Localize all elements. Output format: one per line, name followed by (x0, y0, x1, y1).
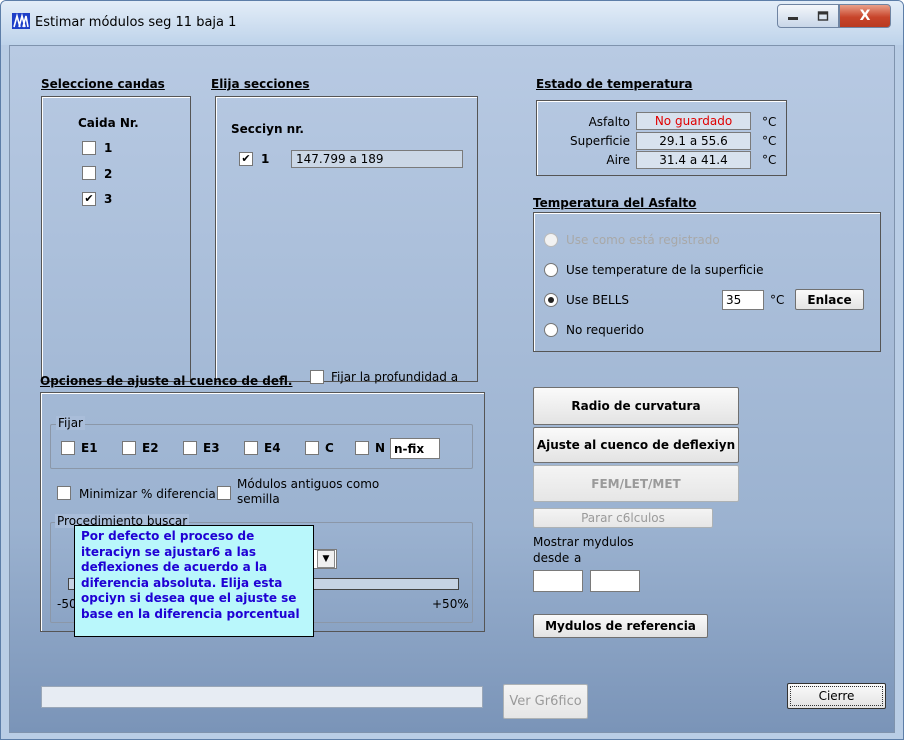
radio-use-superficie[interactable] (544, 263, 558, 277)
ver-grafico-button[interactable]: Ver Gr6fico (503, 684, 588, 719)
radio-curvatura-button[interactable]: Radio de curvatura (533, 387, 739, 425)
secciones-frame: Secciyn nr. ✔ 1 147.799 a 189 (215, 96, 478, 382)
superficie-temp-unit: °C (762, 134, 777, 148)
aire-temp-unit: °C (762, 153, 777, 167)
superficie-temp-label: Superficie (569, 134, 630, 148)
a-label: a (574, 551, 582, 565)
fijar-e4-label: E4 (264, 441, 281, 455)
nfix-input[interactable]: n-fix (390, 438, 440, 459)
asfalto-temp-unit: °C (762, 115, 777, 129)
caida-1-label: 1 (104, 141, 113, 155)
close-button[interactable]: X (839, 4, 891, 28)
ajuste-cuenco-button[interactable]: Ajuste al cuenco de deflexiyn (533, 427, 739, 463)
seccion-1-range: 147.799 a 189 (291, 150, 463, 168)
caida-2-checkbox[interactable] (82, 166, 96, 180)
temperatura-header: Estado de temperatura (536, 77, 693, 91)
radio-use-registrado[interactable] (544, 233, 558, 247)
checkmark-icon: ✔ (84, 192, 94, 205)
maximize-icon (817, 11, 829, 21)
minimizar-label: Minimizar % diferencia (79, 487, 216, 501)
asfalto-temp-value: No guardado (636, 112, 751, 130)
tooltip: Por defecto el proceso de iteraciyn se a… (74, 525, 314, 637)
fijar-legend: Fijar (56, 416, 85, 430)
aire-temp-label: Aire (606, 153, 630, 167)
progress-bar (41, 686, 483, 708)
maximize-button[interactable] (808, 4, 839, 28)
caida-3-checkbox[interactable]: ✔ (82, 192, 96, 206)
radio-use-registrado-label: Use como está registrado (566, 233, 720, 247)
caidas-subtitle: Caida Nr. (78, 116, 139, 130)
fijar-e1-label: E1 (81, 441, 98, 455)
modulos-referencia-button[interactable]: Mydulos de referencia (533, 614, 708, 638)
secciones-subtitle: Secciyn nr. (231, 122, 304, 136)
caida-3-label: 3 (104, 192, 113, 206)
ajuste-header: Opciones de ajuste al cuenco de defl. (40, 374, 293, 388)
minimizar-checkbox[interactable] (57, 486, 71, 500)
desde-label: desde (533, 551, 570, 565)
enlace-button[interactable]: Enlace (795, 289, 864, 310)
bells-temp-input[interactable]: 35 (722, 290, 764, 310)
fijar-group: Fijar E1 E2 E3 E4 C N n-fix (50, 416, 473, 469)
radio-use-superficie-label: Use temperature de la superficie (566, 263, 764, 277)
fijar-c-checkbox[interactable] (305, 441, 319, 455)
fijar-e3-checkbox[interactable] (183, 441, 197, 455)
caidas-header: Seleccione caнdas (41, 77, 165, 91)
fijar-e3-label: E3 (203, 441, 220, 455)
desde-input[interactable] (533, 570, 583, 592)
parar-calculos-button[interactable]: Parar c6lculos (533, 508, 713, 528)
modulos-antiguos-checkbox[interactable] (217, 486, 231, 500)
fijar-profundidad-checkbox[interactable] (310, 370, 324, 384)
superficie-temp-value: 29.1 a 55.6 (636, 132, 751, 150)
radio-use-bells-label: Use BELLS (566, 293, 630, 307)
asfalto-options-frame: Use como está registrado Use temperature… (533, 212, 881, 352)
seccion-1-checkbox[interactable]: ✔ (239, 152, 253, 166)
title-bar: Estimar módulos seg 11 baja 1 X (1, 1, 903, 45)
fijar-e2-checkbox[interactable] (122, 441, 136, 455)
asfalto-temp-label: Asfalto (588, 115, 630, 129)
radio-use-bells[interactable] (544, 293, 558, 307)
bells-temp-unit: °C (770, 293, 785, 307)
modulos-antiguos-label-1: Módulos antiguos como (237, 477, 380, 491)
fijar-e4-checkbox[interactable] (244, 441, 258, 455)
secciones-header: Elija secciones (211, 77, 310, 91)
caidas-frame: Caida Nr. 1 2 ✔ 3 (41, 96, 191, 382)
radio-no-requerido-label: No requerido (566, 323, 645, 337)
caida-1-checkbox[interactable] (82, 141, 96, 155)
client-area: Seleccione caнdas Caida Nr. 1 2 ✔ 3 Elij… (9, 45, 895, 733)
fijar-profundidad-label: Fijar la profundidad a (331, 370, 459, 384)
close-icon: X (859, 8, 871, 24)
fijar-c-label: C (325, 441, 334, 455)
aire-temp-value: 31.4 a 41.4 (636, 151, 751, 169)
dropdown-arrow-icon: ▼ (317, 550, 335, 568)
cierre-button[interactable]: Cierre (787, 683, 886, 709)
seccion-1-label: 1 (261, 152, 270, 166)
fijar-e2-label: E2 (142, 441, 159, 455)
dialog-window: Estimar módulos seg 11 baja 1 X Seleccio… (0, 0, 904, 740)
radio-no-requerido[interactable] (544, 323, 558, 337)
asfalto-options-header: Temperatura del Asfalto (533, 196, 697, 210)
temperatura-frame: Asfalto No guardado °C Superficie 29.1 a… (536, 100, 787, 176)
minimize-button[interactable] (777, 4, 809, 28)
mostrar-modulos-label: Mostrar mydulos (533, 535, 634, 549)
modulos-antiguos-label-2: semilla (237, 492, 280, 506)
hasta-input[interactable] (590, 570, 640, 592)
checkmark-icon: ✔ (241, 152, 251, 165)
window-title: Estimar módulos seg 11 baja 1 (35, 15, 237, 30)
fijar-n-label: N (375, 441, 386, 455)
fijar-e1-checkbox[interactable] (61, 441, 75, 455)
app-icon (12, 13, 30, 29)
scale-max-label: +50% (432, 597, 469, 611)
caida-2-label: 2 (104, 167, 113, 181)
fem-let-met-button[interactable]: FEM/LET/MET (533, 465, 739, 502)
minimize-icon (788, 17, 798, 20)
fijar-n-checkbox[interactable] (355, 441, 369, 455)
